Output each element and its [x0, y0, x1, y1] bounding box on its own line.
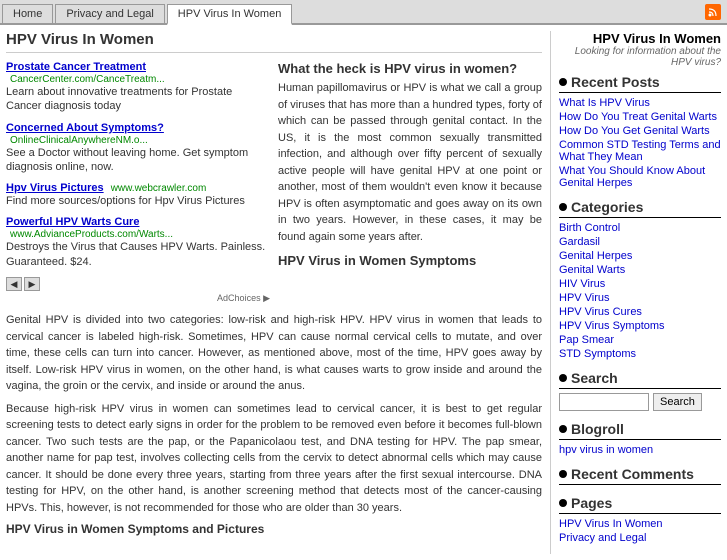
categories-heading: Categories: [559, 199, 721, 218]
tab-privacy[interactable]: Privacy and Legal: [55, 4, 164, 23]
ad-desc-1: See a Doctor without leaving home. Get s…: [6, 146, 270, 175]
recent-posts-section: Recent Posts What Is HPV Virus How Do Yo…: [559, 74, 721, 189]
recent-posts-heading: Recent Posts: [559, 74, 721, 93]
sidebar-subtitle: Looking for information about the HPV vi…: [559, 46, 721, 68]
ad-desc-3: Destroys the Virus that Causes HPV Warts…: [6, 240, 270, 269]
ad-choices: AdChoices ▶: [6, 293, 270, 304]
ad-item-3: Powerful HPV Warts Cure www.AdvianceProd…: [6, 216, 270, 269]
blogroll-section: Blogroll hpv virus in women: [559, 421, 721, 456]
pages-heading: Pages: [559, 495, 721, 514]
ad-next-button[interactable]: ▶: [24, 277, 40, 291]
sidebar: HPV Virus In Women Looking for informati…: [551, 31, 721, 554]
search-heading: Search: [559, 370, 721, 389]
bullet-icon: [559, 470, 567, 478]
bullet-icon: [559, 499, 567, 507]
categories-section: Categories Birth Control Gardasil Genita…: [559, 199, 721, 360]
body-paragraph-1: Genital HPV is divided into two categori…: [6, 312, 542, 395]
blogroll-heading: Blogroll: [559, 421, 721, 440]
bullet-icon: [559, 78, 567, 86]
rss-icon[interactable]: [705, 4, 721, 20]
ad-url-2: www.webcrawler.com: [111, 183, 207, 194]
pages-section: Pages HPV Virus In Women Privacy and Leg…: [559, 495, 721, 544]
recent-comments-heading: Recent Comments: [559, 466, 721, 485]
recent-comments-section: Recent Comments: [559, 466, 721, 485]
tab-home[interactable]: Home: [2, 4, 53, 23]
article-title: What the heck is HPV virus in women?: [278, 61, 542, 76]
ads-section: Prostate Cancer Treatment CancerCenter.c…: [6, 61, 542, 304]
search-button[interactable]: Search: [653, 393, 702, 411]
search-box: Search: [559, 393, 721, 411]
category-1[interactable]: Gardasil: [559, 236, 721, 248]
ad-navigation: ◀ ▶: [6, 277, 270, 291]
category-8[interactable]: Pap Smear: [559, 334, 721, 346]
category-9[interactable]: STD Symptoms: [559, 348, 721, 360]
article-text: Human papillomavirus or HPV is what we c…: [278, 80, 542, 245]
ad-desc-0: Learn about innovative treatments for Pr…: [6, 85, 270, 114]
ad-item-1: Concerned About Symptoms? OnlineClinical…: [6, 122, 270, 175]
page-link-1[interactable]: Privacy and Legal: [559, 532, 721, 544]
tab-bar: Home Privacy and Legal HPV Virus In Wome…: [0, 0, 727, 25]
recent-post-3[interactable]: Common STD Testing Terms and What They M…: [559, 139, 721, 163]
category-7[interactable]: HPV Virus Symptoms: [559, 320, 721, 332]
ad-title-0[interactable]: Prostate Cancer Treatment: [6, 61, 146, 73]
ad-url-3: www.AdvianceProducts.com/Warts...: [10, 229, 173, 240]
category-2[interactable]: Genital Herpes: [559, 250, 721, 262]
blogroll-link-0[interactable]: hpv virus in women: [559, 444, 721, 456]
category-6[interactable]: HPV Virus Cures: [559, 306, 721, 318]
recent-post-4[interactable]: What You Should Know About Genital Herpe…: [559, 165, 721, 189]
ad-url-1: OnlineClinicalAnywhereNM.o...: [10, 135, 148, 146]
bullet-icon: [559, 203, 567, 211]
tab-hpv[interactable]: HPV Virus In Women: [167, 4, 293, 25]
bottom-section-title: HPV Virus in Women Symptoms and Pictures: [6, 522, 542, 536]
category-4[interactable]: HIV Virus: [559, 278, 721, 290]
ad-title-3[interactable]: Powerful HPV Warts Cure: [6, 216, 139, 228]
bullet-icon: [559, 425, 567, 433]
symptoms-title: HPV Virus in Women Symptoms: [278, 253, 542, 268]
category-0[interactable]: Birth Control: [559, 222, 721, 234]
page-link-0[interactable]: HPV Virus In Women: [559, 518, 721, 530]
ad-prev-button[interactable]: ◀: [6, 277, 22, 291]
ad-title-2[interactable]: Hpv Virus Pictures: [6, 182, 104, 194]
bullet-icon: [559, 374, 567, 382]
ad-title-1[interactable]: Concerned About Symptoms?: [6, 122, 164, 134]
sidebar-title: HPV Virus In Women: [559, 31, 721, 46]
category-3[interactable]: Genital Warts: [559, 264, 721, 276]
category-5[interactable]: HPV Virus: [559, 292, 721, 304]
ad-item-2: Hpv Virus Pictures www.webcrawler.com Fi…: [6, 182, 270, 208]
ad-item-0: Prostate Cancer Treatment CancerCenter.c…: [6, 61, 270, 114]
page-wrapper: HPV Virus In Women Prostate Cancer Treat…: [0, 25, 727, 560]
article-section: What the heck is HPV virus in women? Hum…: [278, 61, 542, 304]
main-content: HPV Virus In Women Prostate Cancer Treat…: [6, 31, 551, 554]
recent-post-1[interactable]: How Do You Treat Genital Warts: [559, 111, 721, 123]
ads-left: Prostate Cancer Treatment CancerCenter.c…: [6, 61, 270, 304]
recent-post-0[interactable]: What Is HPV Virus: [559, 97, 721, 109]
recent-post-2[interactable]: How Do You Get Genital Warts: [559, 125, 721, 137]
search-section: Search Search: [559, 370, 721, 411]
sidebar-header: HPV Virus In Women Looking for informati…: [559, 31, 721, 68]
ad-desc-2: Find more sources/options for Hpv Virus …: [6, 194, 270, 208]
body-paragraph-2: Because high-risk HPV virus in women can…: [6, 401, 542, 517]
page-title: HPV Virus In Women: [6, 31, 542, 53]
search-input[interactable]: [559, 393, 649, 411]
ad-url-0: CancerCenter.com/CanceTreatm...: [10, 74, 165, 85]
